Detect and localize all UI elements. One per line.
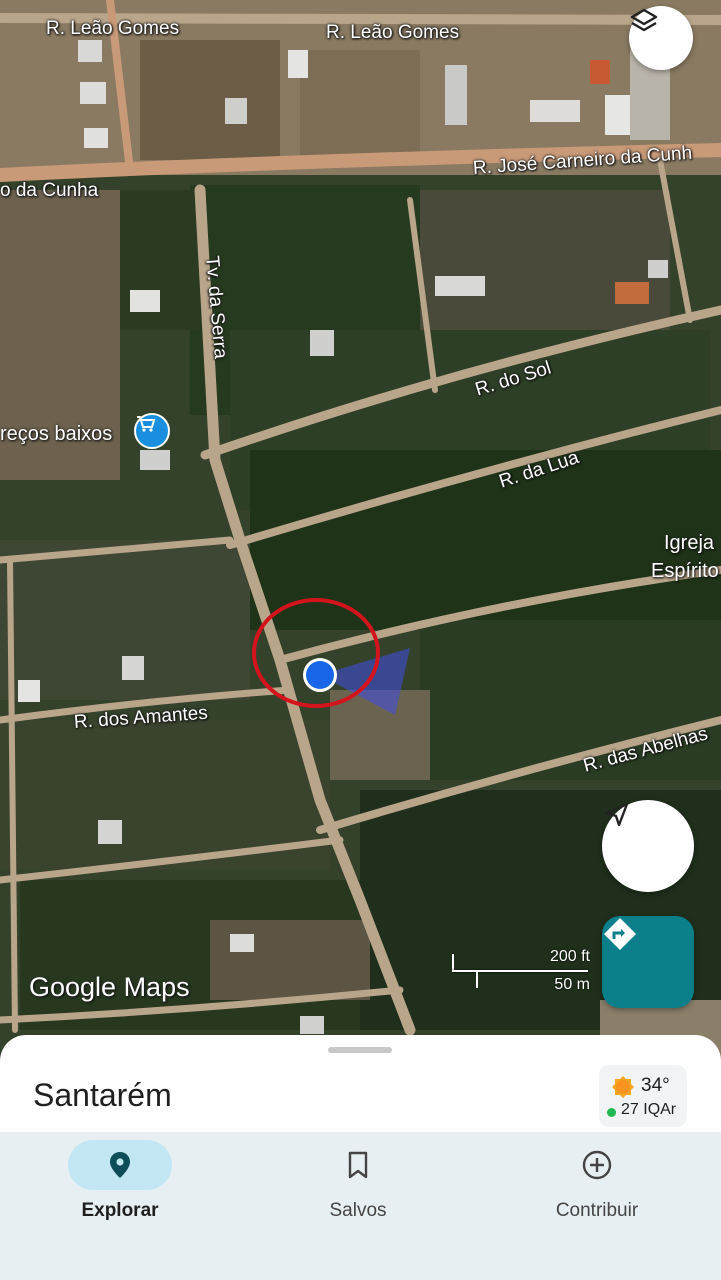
nav-item-contribuir[interactable]: Contribuir xyxy=(497,1132,697,1232)
street-label-da-cunha: o da Cunha xyxy=(0,180,99,201)
nav-contribuir-pill[interactable] xyxy=(545,1140,649,1190)
scale-metric: 50 m xyxy=(554,976,590,993)
directions-button[interactable] xyxy=(602,916,694,1008)
place-name: Santarém xyxy=(33,1077,172,1113)
navigation-arrow-icon xyxy=(605,802,629,827)
current-location-dot xyxy=(306,661,334,689)
sun-icon xyxy=(612,1076,634,1098)
nav-explorar-pill[interactable] xyxy=(68,1140,172,1190)
poi-label-store[interactable]: reços baixos xyxy=(0,423,112,446)
directions-icon xyxy=(604,918,636,950)
weather-chip[interactable]: 34° 27 IQAr xyxy=(599,1065,687,1127)
layers-icon xyxy=(630,8,658,32)
satellite-map[interactable]: R. Leão Gomes R. Leão Gomes R. José Carn… xyxy=(0,0,721,1060)
scale-imperial: 200 ft xyxy=(549,948,590,965)
street-label-leao-gomes-1: R. Leão Gomes xyxy=(46,18,180,39)
sheet-drag-handle[interactable] xyxy=(328,1047,392,1053)
nav-label-salvos: Salvos xyxy=(329,1200,387,1221)
air-quality-indicator xyxy=(607,1108,616,1117)
nav-salvos-pill[interactable] xyxy=(306,1140,410,1190)
shopping-cart-icon[interactable] xyxy=(134,413,170,449)
poi-label-espirito[interactable]: Espírito xyxy=(651,560,719,583)
scale-bar: 200 ft 50 m xyxy=(450,948,590,998)
nav-item-explorar[interactable]: Explorar xyxy=(20,1132,220,1232)
add-circle-icon xyxy=(582,1150,612,1180)
bookmark-icon xyxy=(348,1151,368,1179)
cart-glyph xyxy=(137,416,156,432)
scale-tick-metric xyxy=(476,970,478,988)
scale-line xyxy=(452,970,588,972)
google-maps-logo: Google Maps xyxy=(29,972,190,1002)
nav-item-salvos[interactable]: Salvos xyxy=(258,1132,458,1232)
my-location-button[interactable] xyxy=(602,800,694,892)
bottom-navigation: Explorar Salvos Contribuir xyxy=(0,1132,721,1280)
explore-pin-icon xyxy=(110,1152,130,1178)
air-quality: 27 IQAr xyxy=(621,1101,677,1118)
layers-button[interactable] xyxy=(629,6,693,70)
nav-label-explorar: Explorar xyxy=(81,1200,159,1221)
street-label-leao-gomes-2: R. Leão Gomes xyxy=(326,22,460,43)
temperature: 34° xyxy=(641,1075,670,1096)
bottom-sheet[interactable]: Santarém 34° 27 IQAr xyxy=(0,1035,721,1145)
poi-label-igreja[interactable]: Igreja xyxy=(664,532,714,555)
nav-label-contribuir: Contribuir xyxy=(555,1200,639,1221)
